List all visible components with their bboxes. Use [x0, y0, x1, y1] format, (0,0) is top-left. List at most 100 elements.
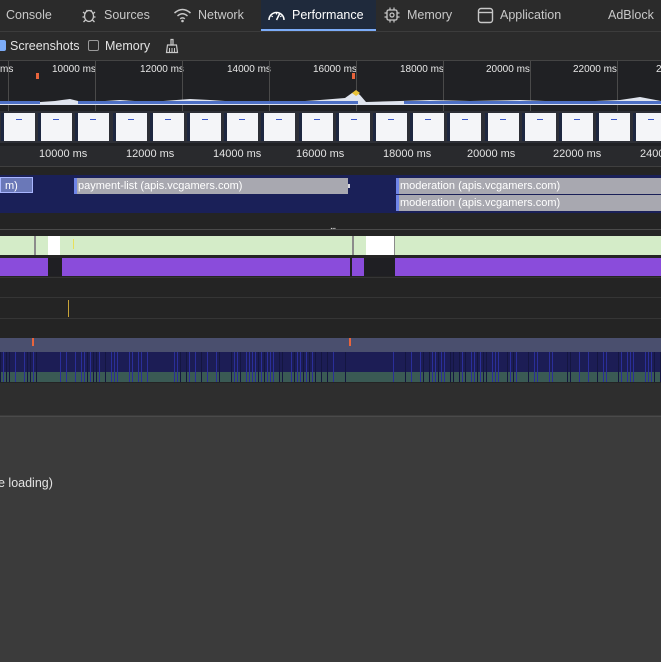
task-stripe [114, 352, 115, 382]
task-stripe [393, 352, 394, 382]
screenshot-thumbnail[interactable] [75, 113, 110, 141]
scripting-task[interactable] [395, 258, 661, 276]
screenshot-thumbnail[interactable] [335, 113, 370, 141]
tab-adblock[interactable]: AdBlock [608, 0, 654, 30]
task-stripe [129, 352, 130, 382]
task-stripe [537, 352, 538, 382]
timeline-overview[interactable]: ms 10000 ms 12000 ms 14000 ms 16000 ms 1… [0, 61, 661, 146]
screenshots-filmstrip[interactable] [0, 111, 661, 143]
screenshot-thumbnail[interactable] [521, 113, 556, 141]
screenshot-thumbnail[interactable] [38, 113, 73, 141]
screenshot-thumbnail[interactable] [149, 113, 184, 141]
task-stripe [246, 352, 247, 382]
task-stripe [603, 352, 604, 382]
overview-tick-label: 2 [656, 64, 661, 75]
idle-frame [48, 236, 60, 255]
screenshot-thumbnail[interactable] [261, 113, 296, 141]
task-stripe [90, 352, 91, 382]
tab-application[interactable]: Application [477, 0, 561, 30]
overview-tick-label: 16000 ms [313, 64, 357, 75]
tab-network[interactable]: Network [173, 0, 244, 30]
frame-divider [34, 236, 36, 255]
task-stripe [249, 352, 250, 382]
task-stripe [300, 352, 301, 382]
task-stripe [315, 352, 316, 382]
track-divider [0, 297, 661, 298]
task-stripe [432, 352, 433, 382]
task-stripe [579, 352, 580, 382]
long-task-marker [352, 73, 355, 79]
screenshot-thumbnail[interactable] [224, 113, 259, 141]
wifi-icon [173, 7, 192, 23]
frame-marker [73, 239, 74, 249]
scripting-task[interactable] [0, 258, 48, 276]
tab-memory[interactable]: Memory [383, 0, 452, 30]
screenshot-thumbnail[interactable] [298, 113, 333, 141]
task-stripe [273, 352, 274, 382]
empty-track [0, 383, 661, 415]
screenshot-thumbnail[interactable] [633, 113, 661, 141]
network-request-bar[interactable]: moderation (apis.vcgamers.com) [396, 195, 661, 211]
timeline-tracks[interactable]: m) payment-list (apis.vcgamers.com) mode… [0, 167, 661, 415]
task-stripe [279, 352, 280, 382]
task-stripe [495, 352, 496, 382]
screenshot-thumbnail[interactable] [484, 113, 519, 141]
task-stripe [444, 352, 445, 382]
task-stripe [24, 352, 25, 382]
screenshot-thumbnail[interactable] [410, 113, 445, 141]
thread-activity-track[interactable] [0, 338, 661, 382]
screenshot-thumbnail[interactable] [1, 113, 35, 141]
task-stripe [93, 352, 94, 382]
task-stripe [429, 352, 430, 382]
summary-pane: e loading) [0, 416, 661, 662]
network-request-bar[interactable]: m) [0, 177, 33, 193]
task-stripe [282, 352, 283, 382]
screenshot-thumbnail[interactable] [559, 113, 593, 141]
task-stripe [549, 352, 550, 382]
task-stripe [36, 352, 37, 382]
network-request-bar[interactable]: payment-list (apis.vcgamers.com) [74, 178, 348, 194]
idle-frame [366, 236, 394, 255]
task-stripe [0, 352, 1, 382]
tab-performance[interactable]: Performance [261, 0, 376, 31]
expand-ellipsis[interactable]: ... [330, 221, 336, 232]
screenshot-thumbnail[interactable] [447, 113, 482, 141]
thumbnail-detail [127, 119, 134, 120]
task-stripe [630, 352, 631, 382]
tab-console[interactable]: Console [6, 0, 52, 30]
task-stripe [420, 352, 421, 382]
task-stripe [633, 352, 634, 382]
scripting-task[interactable] [352, 258, 364, 276]
screenshot-thumbnail[interactable] [373, 113, 407, 141]
task-stripe [237, 352, 238, 382]
thumbnail-detail [16, 119, 22, 120]
screenshot-thumbnail[interactable] [112, 113, 147, 141]
tab-application-label: Application [500, 8, 562, 22]
task-stripe [435, 352, 436, 382]
broom-icon[interactable] [164, 38, 180, 57]
screenshots-label: Screenshots [10, 39, 80, 53]
tab-sources[interactable]: Sources [80, 0, 150, 30]
task-stripe [453, 352, 454, 382]
task-stripe [309, 352, 310, 382]
task-stripe [486, 352, 487, 382]
task-stripe [9, 352, 10, 382]
memory-checkbox[interactable] [88, 40, 99, 51]
task-stripe [216, 352, 217, 382]
task-stripe [588, 352, 589, 382]
network-overview-bar [404, 101, 661, 104]
task-stripe [3, 352, 4, 382]
screenshot-thumbnail[interactable] [187, 113, 221, 141]
task-stripe [255, 352, 256, 382]
screenshot-thumbnail[interactable] [596, 113, 631, 141]
ruler-tick-label: 22000 ms [553, 148, 602, 160]
request-wait-segment [396, 178, 399, 194]
thumbnail-detail [536, 119, 543, 120]
task-stripe [6, 352, 7, 382]
frames-track [0, 236, 661, 255]
task-stripe [111, 352, 112, 382]
network-request-bar[interactable]: moderation (apis.vcgamers.com) [396, 178, 661, 194]
scripting-task[interactable] [62, 258, 350, 276]
screenshots-checkbox[interactable] [0, 40, 6, 51]
task-stripe [492, 352, 493, 382]
